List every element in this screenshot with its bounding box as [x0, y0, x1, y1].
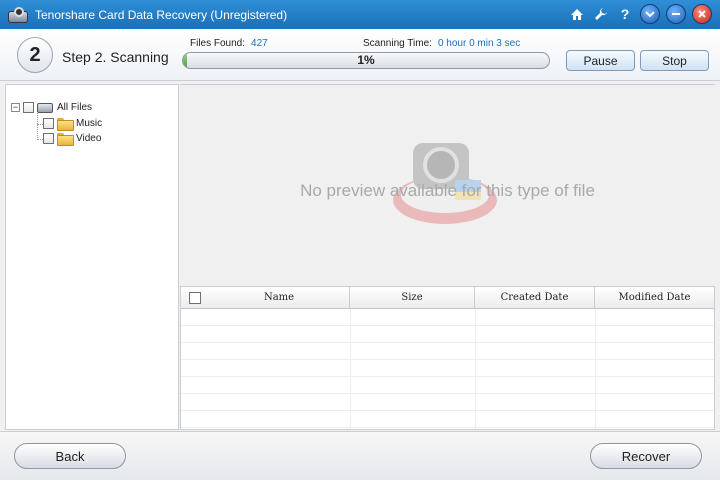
- table-row: [181, 378, 714, 394]
- all-files-checkbox[interactable]: [23, 102, 34, 113]
- stop-button[interactable]: Stop: [640, 50, 709, 71]
- table-row: [181, 395, 714, 411]
- help-icon[interactable]: ?: [616, 5, 634, 23]
- collapse-icon[interactable]: −: [11, 103, 20, 112]
- title-bar: Tenorshare Card Data Recovery (Unregiste…: [0, 0, 720, 29]
- step-number: 2: [17, 37, 53, 73]
- tree-item-label: Music: [76, 118, 103, 129]
- video-checkbox[interactable]: [43, 133, 54, 144]
- drive-icon: [37, 102, 53, 113]
- recover-button[interactable]: Recover: [590, 443, 702, 469]
- files-found: Files Found: 427: [190, 38, 268, 49]
- table-row: [181, 327, 714, 343]
- preview-pane: No preview available for this type of fi…: [180, 84, 715, 285]
- footer-bar: Back Recover: [0, 431, 720, 480]
- home-icon[interactable]: [568, 5, 586, 23]
- music-checkbox[interactable]: [43, 118, 54, 129]
- files-found-value: 427: [251, 38, 268, 49]
- window-title: Tenorshare Card Data Recovery (Unregiste…: [35, 7, 288, 22]
- app-logo-icon: [7, 5, 29, 25]
- step-title: Step 2. Scanning: [62, 49, 169, 65]
- wrench-icon[interactable]: [592, 5, 610, 23]
- column-header-name[interactable]: Name: [209, 287, 350, 309]
- scanning-time-value: 0 hour 0 min 3 sec: [437, 38, 521, 49]
- select-all-cell: [181, 287, 209, 309]
- close-icon[interactable]: [692, 4, 712, 24]
- folder-icon: [57, 133, 74, 146]
- column-header-modified-date[interactable]: Modified Date: [595, 287, 714, 309]
- scanning-time-label: Scanning Time:: [363, 38, 432, 49]
- feedback-icon[interactable]: [640, 4, 660, 24]
- back-button[interactable]: Back: [14, 443, 126, 469]
- scan-header: 2 Step 2. Scanning Files Found: 427 Scann…: [0, 29, 720, 81]
- tree-item-video[interactable]: Video: [43, 133, 102, 146]
- tree-item-music[interactable]: Music: [43, 118, 103, 131]
- column-header-size[interactable]: Size: [350, 287, 475, 309]
- select-all-checkbox[interactable]: [189, 292, 201, 304]
- scanning-time: Scanning Time: 0 hour 0 min 3 sec: [363, 38, 520, 49]
- tree-item-label: All Files: [57, 102, 93, 113]
- table-row: [181, 361, 714, 377]
- column-header-created-date[interactable]: Created Date: [475, 287, 595, 309]
- table-header: Name Size Created Date Modified Date: [181, 287, 714, 309]
- recovery-watermark-icon: [393, 143, 497, 224]
- file-type-tree: − All Files Music Video: [5, 84, 179, 430]
- table-row: [181, 310, 714, 326]
- pause-button[interactable]: Pause: [566, 50, 635, 71]
- no-preview-message: No preview available for this type of fi…: [300, 181, 595, 200]
- minimize-icon[interactable]: [666, 4, 686, 24]
- progress-percent: 1%: [357, 53, 375, 67]
- table-row: [181, 344, 714, 360]
- file-list-table: Name Size Created Date Modified Date: [180, 286, 715, 430]
- folder-icon: [57, 118, 74, 131]
- tree-item-all-files[interactable]: − All Files: [11, 102, 92, 113]
- files-found-label: Files Found:: [190, 38, 246, 49]
- scan-progress-bar: 1%: [182, 52, 550, 69]
- tree-item-label: Video: [76, 133, 102, 144]
- table-row: [181, 412, 714, 428]
